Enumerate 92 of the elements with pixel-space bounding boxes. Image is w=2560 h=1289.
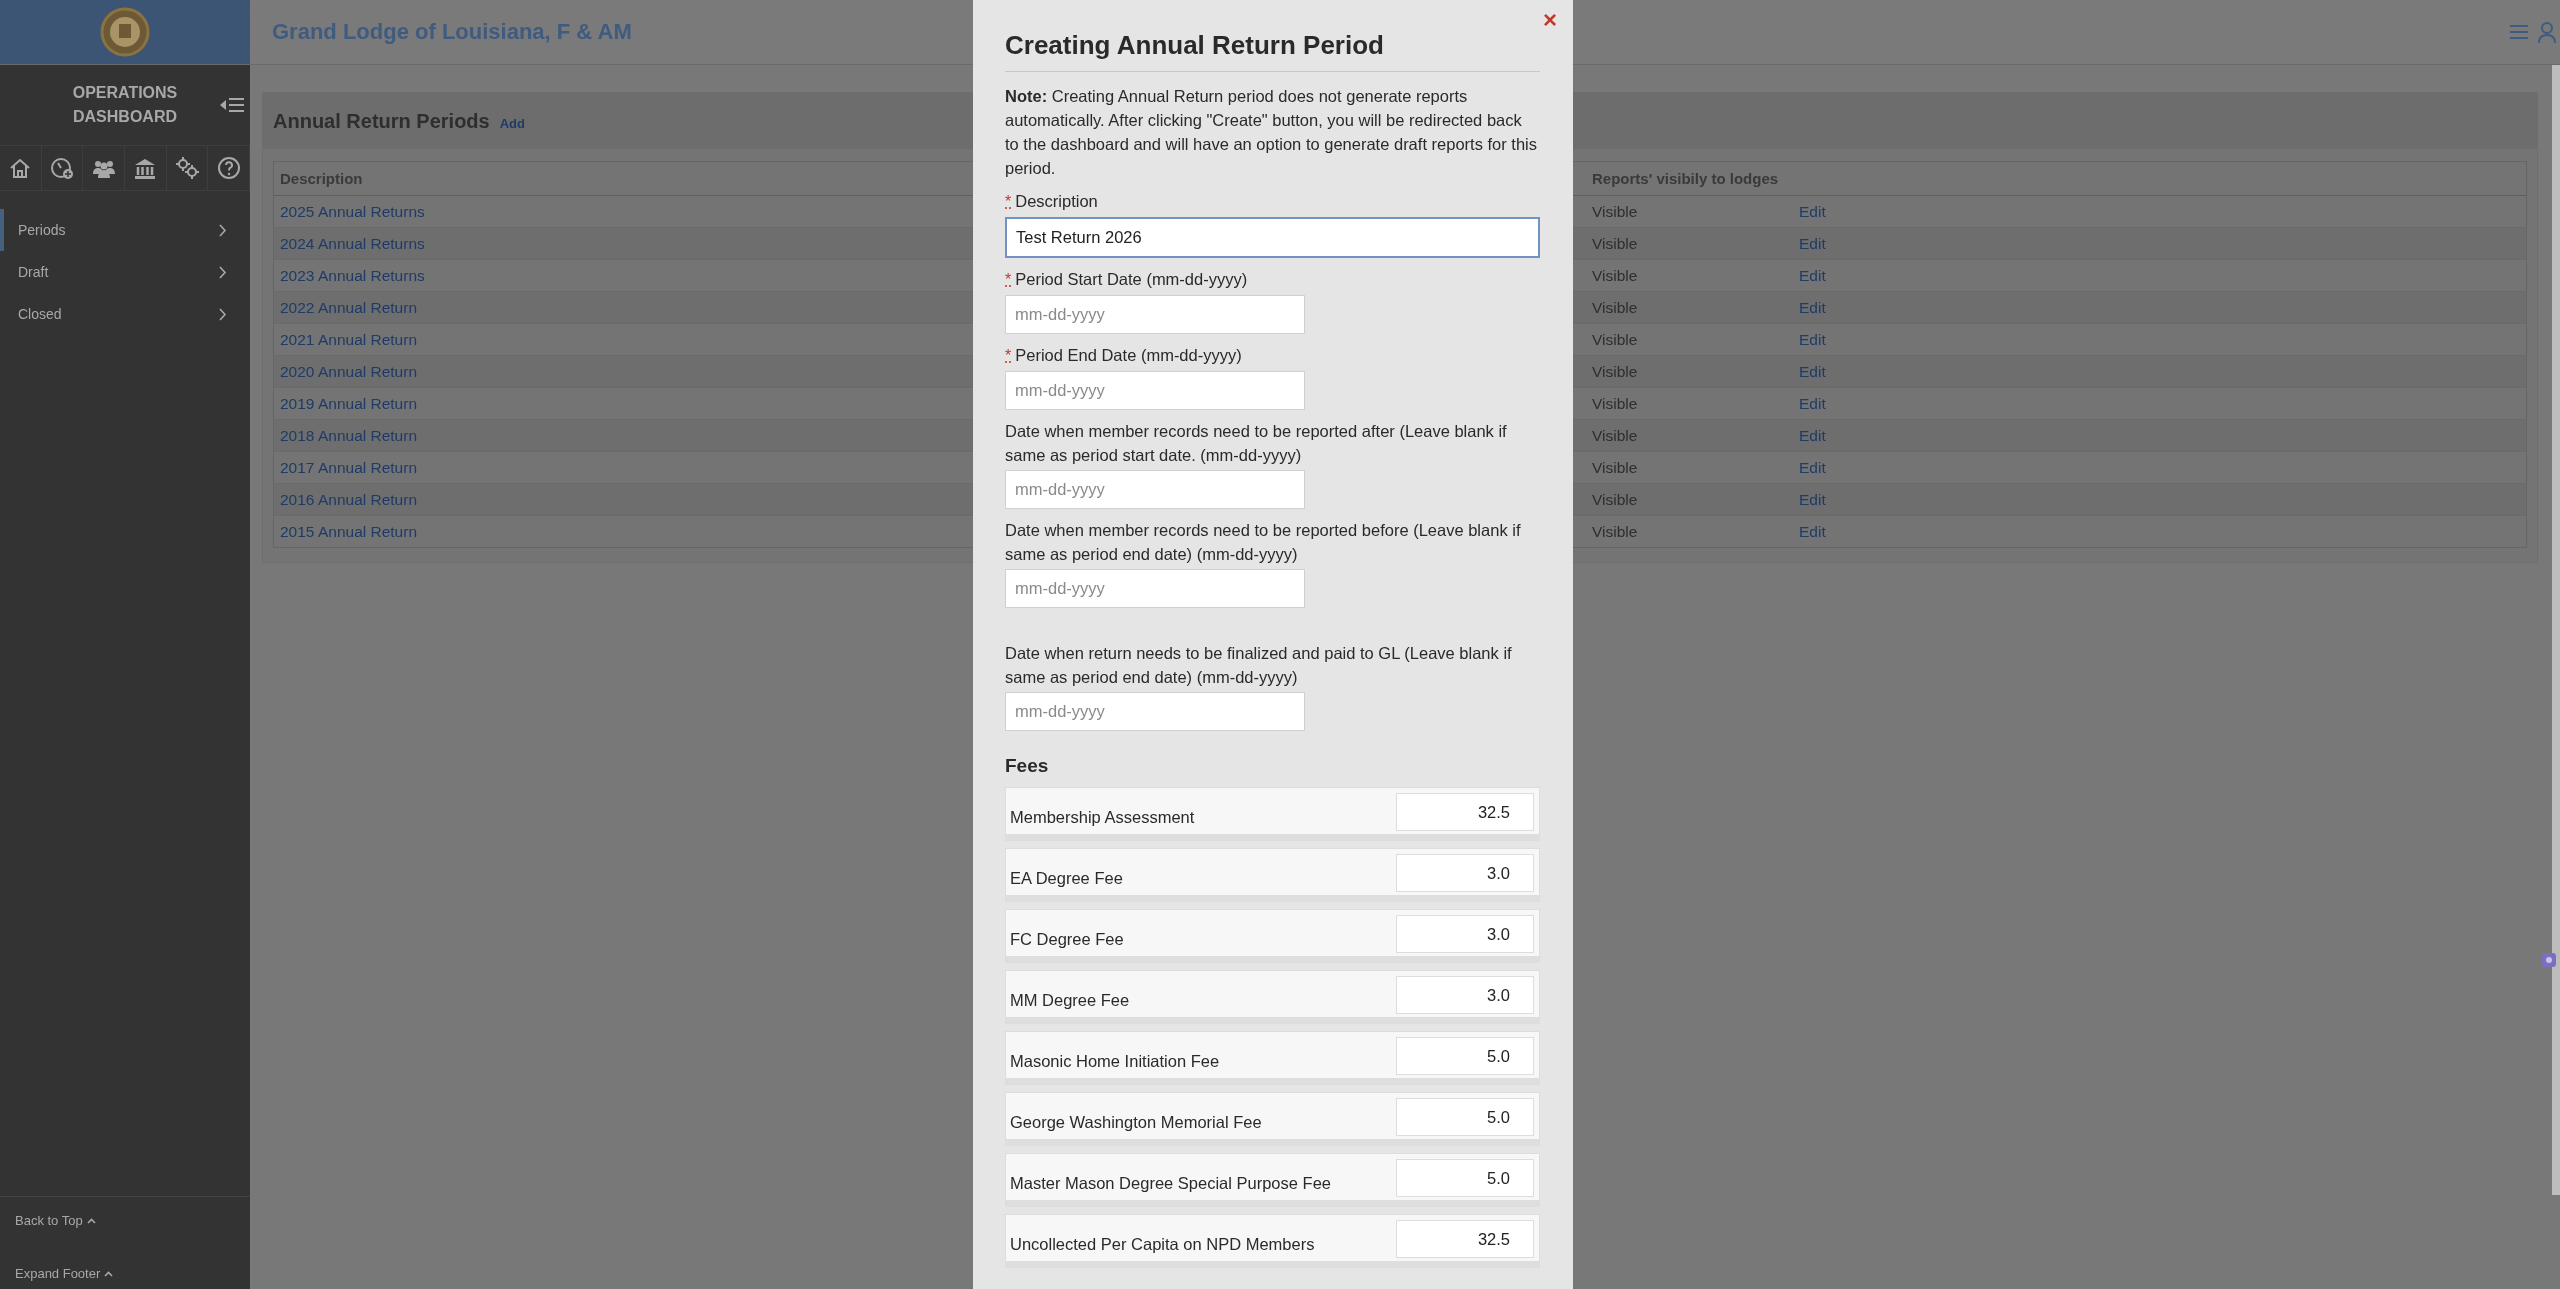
visibility-status: Visible	[1592, 298, 1638, 316]
scrollbar[interactable]	[2552, 65, 2560, 1195]
required-asterisk: *	[1005, 270, 1012, 290]
period-link[interactable]: 2025 Annual Returns	[280, 202, 425, 220]
field-label: Date when return needs to be finalized and paid to GL (Leave blank if same as period end date) (mm-dd-yyyy)	[1005, 643, 1513, 688]
footer-link[interactable]: Back to Top	[15, 1213, 235, 1228]
panel-title: Annual Return Periods	[273, 109, 490, 133]
input-field[interactable]: Test Return 2026	[1005, 217, 1540, 258]
seal-logo[interactable]	[100, 7, 150, 57]
field-label: Date when member records need to be reported before (Leave blank if same as period end date) (mm-dd-yyyy)	[1005, 520, 1522, 565]
edit-link[interactable]: Edit	[1799, 490, 1826, 508]
fee-label: Uncollected Per Capita on NPD Members	[1010, 1234, 1315, 1254]
add-link[interactable]: Add	[499, 115, 525, 131]
input-field[interactable]: mm-dd-yyyy	[1005, 371, 1305, 410]
edit-link[interactable]: Edit	[1799, 266, 1826, 284]
edit-link[interactable]: Edit	[1799, 234, 1826, 252]
caret-up-icon	[104, 1270, 114, 1277]
field-label: Period Start Date (mm-dd-yyyy)	[1015, 269, 1248, 290]
visibility-status: Visible	[1592, 202, 1638, 220]
period-link[interactable]: 2023 Annual Returns	[280, 266, 425, 284]
site-title[interactable]: Grand Lodge of Louisiana, F & AM	[272, 19, 632, 45]
fee-input[interactable]: 3.0	[1396, 915, 1534, 953]
period-link[interactable]: 2018 Annual Return	[280, 426, 418, 444]
footer-link[interactable]: Expand Footer	[15, 1266, 235, 1281]
visibility-status: Visible	[1592, 394, 1638, 412]
visibility-status: Visible	[1592, 458, 1638, 476]
field-label: Date when member records need to be reported after (Leave blank if same as period start date. (mm-dd-yyyy)	[1005, 421, 1508, 466]
close-button[interactable]: ×	[1541, 6, 1559, 34]
fee-input[interactable]: 5.0	[1396, 1098, 1534, 1136]
sidebar-item[interactable]: Closed	[0, 293, 237, 335]
chevron-right-icon	[219, 223, 227, 237]
chevron-right-icon	[219, 307, 227, 321]
bank-icon[interactable]	[133, 156, 158, 180]
input-field[interactable]: mm-dd-yyyy	[1005, 692, 1305, 731]
field-label: Description	[1015, 191, 1098, 212]
fees-heading: Fees	[1005, 755, 1050, 777]
edit-link[interactable]: Edit	[1799, 202, 1826, 220]
edit-link[interactable]: Edit	[1799, 522, 1826, 540]
required-asterisk: *	[1005, 346, 1012, 366]
visibility-status: Visible	[1592, 362, 1638, 380]
visibility-status: Visible	[1592, 330, 1638, 348]
fee-label: EA Degree Fee	[1010, 868, 1123, 888]
period-link[interactable]: 2022 Annual Return	[280, 298, 418, 316]
period-link[interactable]: 2024 Annual Returns	[280, 234, 425, 252]
gears-icon[interactable]	[175, 156, 199, 180]
fee-label: Master Mason Degree Special Purpose Fee	[1010, 1173, 1331, 1193]
dialog-title: Creating Annual Return Period	[1005, 30, 1540, 72]
edit-link[interactable]: Edit	[1799, 394, 1826, 412]
column-header: Reports' visibily to lodges	[1592, 170, 1779, 187]
period-link[interactable]: 2016 Annual Return	[280, 490, 418, 508]
fee-input[interactable]: 5.0	[1396, 1037, 1534, 1075]
fee-label: Membership Assessment	[1010, 807, 1195, 827]
fee-input[interactable]: 32.5	[1396, 793, 1534, 831]
required-asterisk: *	[1005, 192, 1012, 212]
caret-up-icon	[86, 1217, 96, 1224]
fee-label: George Washington Memorial Fee	[1010, 1112, 1262, 1132]
edit-link[interactable]: Edit	[1799, 330, 1826, 348]
input-field[interactable]: mm-dd-yyyy	[1005, 295, 1305, 334]
fee-label: MM Degree Fee	[1010, 990, 1130, 1010]
help-icon[interactable]	[216, 156, 241, 180]
period-link[interactable]: 2017 Annual Return	[280, 458, 418, 476]
fee-input[interactable]: 5.0	[1396, 1159, 1534, 1197]
gauge-plus-icon[interactable]	[50, 156, 74, 180]
period-link[interactable]: 2021 Annual Return	[280, 330, 418, 348]
fee-input[interactable]: 32.5	[1396, 1220, 1534, 1258]
input-field[interactable]: mm-dd-yyyy	[1005, 569, 1305, 608]
column-header: Description	[280, 170, 363, 187]
sidebar-item[interactable]: Draft	[0, 251, 237, 293]
visibility-status: Visible	[1592, 426, 1638, 444]
note-text: Note: Creating Annual Return period does not generate reports automatically. After clicking "Create" button, you will be redirected back to the dashboard and will have an option to generate draft reports for this period.	[1005, 86, 1538, 179]
collapse-menu-icon[interactable]	[220, 96, 244, 114]
chevron-right-icon	[219, 265, 227, 279]
edit-link[interactable]: Edit	[1799, 298, 1826, 316]
edit-link[interactable]: Edit	[1799, 458, 1826, 476]
fee-input[interactable]: 3.0	[1396, 854, 1534, 892]
edit-link[interactable]: Edit	[1799, 426, 1826, 444]
visibility-status: Visible	[1592, 490, 1638, 508]
edit-link[interactable]: Edit	[1799, 362, 1826, 380]
period-link[interactable]: 2020 Annual Return	[280, 362, 418, 380]
fee-label: Masonic Home Initiation Fee	[1010, 1051, 1220, 1071]
visibility-status: Visible	[1592, 522, 1638, 540]
dashboard-title: OPERATIONS DASHBOARD	[71, 83, 179, 127]
input-field[interactable]: mm-dd-yyyy	[1005, 470, 1305, 509]
visibility-status: Visible	[1592, 266, 1638, 284]
period-link[interactable]: 2015 Annual Return	[280, 522, 418, 540]
visibility-status: Visible	[1592, 234, 1638, 252]
period-link[interactable]: 2019 Annual Return	[280, 394, 418, 412]
fee-label: FC Degree Fee	[1010, 929, 1124, 949]
fee-input[interactable]: 3.0	[1396, 976, 1534, 1014]
sidebar-item[interactable]: Periods	[0, 209, 237, 251]
field-label: Period End Date (mm-dd-yyyy)	[1015, 345, 1242, 366]
widget-icon[interactable]	[2542, 953, 2556, 967]
